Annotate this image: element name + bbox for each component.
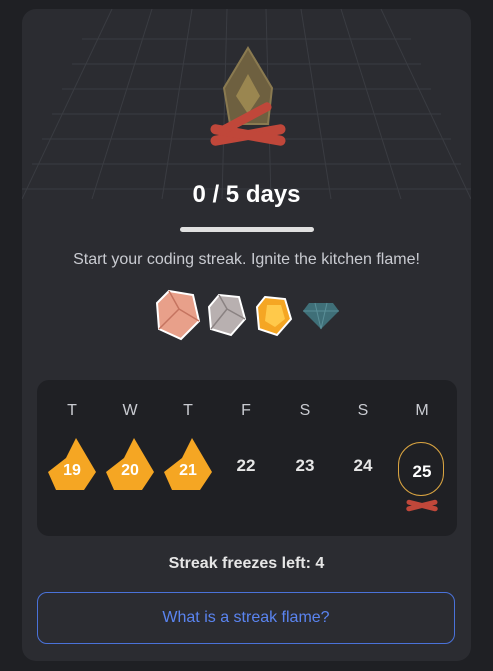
day-letter: S xyxy=(299,402,311,419)
streak-progress-bar xyxy=(180,227,314,232)
day-number: 21 xyxy=(179,462,197,479)
day-number: 22 xyxy=(236,456,256,475)
day-column: W 20 xyxy=(102,380,158,536)
day-number: 23 xyxy=(295,456,315,475)
week-calendar: T 19 W 20 T 21 F 22 S 23 S 24 M 25 xyxy=(37,380,457,536)
streak-card: 0 / 5 days Start your coding streak. Ign… xyxy=(22,9,471,661)
day-number: 20 xyxy=(121,462,139,479)
day-column: S 24 xyxy=(335,380,391,536)
day-letter: W xyxy=(122,402,138,419)
day-number-today: 25 xyxy=(412,462,432,481)
day-column-today: M 25 xyxy=(394,380,450,536)
day-column: T 21 xyxy=(160,380,216,536)
what-is-streak-flame-button[interactable]: What is a streak flame? xyxy=(37,592,455,644)
gold-gem-icon xyxy=(255,295,293,337)
day-number: 19 xyxy=(63,462,81,479)
gem-tiers xyxy=(155,287,345,343)
campfire-icon xyxy=(210,46,286,146)
day-letter: T xyxy=(183,402,193,419)
streak-freezes-label: Streak freezes left: 4 xyxy=(168,555,325,572)
day-letter: T xyxy=(67,402,77,419)
silver-gem-icon xyxy=(207,293,247,337)
day-letter: F xyxy=(241,402,251,419)
day-column: T 19 xyxy=(44,380,100,536)
day-column: F 22 xyxy=(218,380,274,536)
day-column: S 23 xyxy=(277,380,333,536)
copper-gem-icon xyxy=(155,289,201,341)
day-number: 24 xyxy=(353,456,373,475)
streak-subtitle: Start your coding streak. Ignite the kit… xyxy=(73,251,420,268)
day-letter: M xyxy=(415,402,429,419)
day-letter: S xyxy=(357,402,369,419)
logs-icon xyxy=(406,499,438,512)
diamond-gem-icon xyxy=(303,302,339,330)
streak-progress-label: 0 / 5 days xyxy=(192,181,301,208)
